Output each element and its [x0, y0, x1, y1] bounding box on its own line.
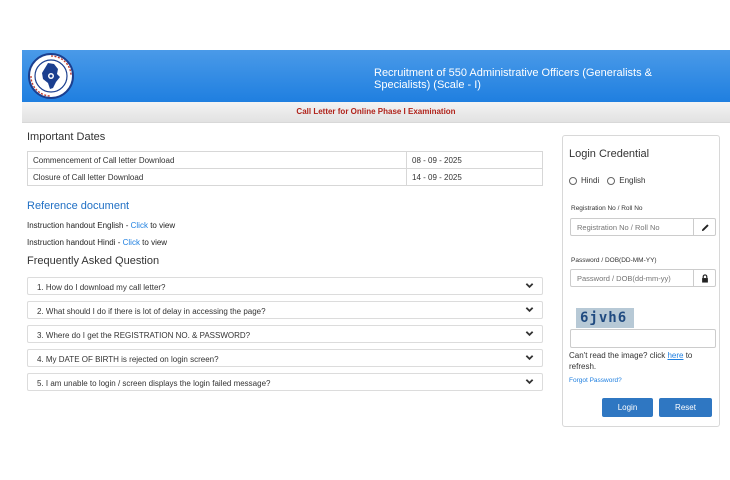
refresh-prefix: Can't read the image? click [569, 351, 668, 360]
hindi-handout-link[interactable]: Click [123, 238, 140, 247]
faq-item[interactable]: 2. What should I do if there is lot of d… [27, 301, 543, 319]
faq-heading: Frequently Asked Question [27, 255, 160, 267]
chevron-down-icon [525, 331, 534, 337]
date-value: 08 - 09 - 2025 [406, 151, 543, 169]
captcha-text: 6jvh6 [580, 310, 628, 326]
reference-heading: Reference document [27, 200, 130, 212]
chevron-down-icon [525, 283, 534, 289]
date-label: Closure of Call letter Download [27, 168, 407, 186]
password-field-wrap [563, 268, 721, 288]
reference-item-text: Instruction handout Hindi - [27, 238, 123, 247]
reset-button[interactable]: Reset [659, 398, 712, 417]
reference-item-hindi: Instruction handout Hindi - Click to vie… [27, 238, 167, 247]
login-panel: Login Credential Hindi English Registrat… [562, 135, 720, 427]
chevron-down-icon [525, 355, 534, 361]
english-handout-link[interactable]: Click [131, 221, 148, 230]
radio-hindi-label: Hindi [581, 176, 600, 185]
faq-item[interactable]: 3. Where do I get the REGISTRATION NO. &… [27, 325, 543, 343]
reference-item-suffix: to view [147, 221, 176, 230]
important-dates-heading: Important Dates [27, 131, 106, 143]
login-button[interactable]: Login [602, 398, 653, 417]
important-dates-table: Commencement of Call letter Download 08 … [27, 151, 543, 186]
table-row: Commencement of Call letter Download 08 … [27, 151, 543, 169]
captcha-image: 6jvh6 [576, 308, 634, 328]
chevron-down-icon [525, 379, 534, 385]
table-row: Closure of Call letter Download 14 - 09 … [27, 168, 543, 186]
pencil-icon [693, 219, 716, 235]
registration-field-wrap [563, 217, 721, 237]
reference-item-text: Instruction handout English - [27, 221, 131, 230]
header-banner: Recruitment of 550 Administrative Office… [22, 50, 730, 102]
faq-item[interactable]: 5. I am unable to login / screen display… [27, 373, 543, 391]
faq-question: 2. What should I do if there is lot of d… [37, 307, 266, 316]
faq-question: 5. I am unable to login / screen display… [37, 379, 271, 388]
faq-item[interactable]: 1. How do I download my call letter? [27, 277, 543, 295]
radio-english[interactable] [607, 176, 616, 185]
faq-question: 4. My DATE OF BIRTH is rejected on login… [37, 355, 219, 364]
sub-header-bar: Call Letter for Online Phase I Examinati… [22, 102, 730, 123]
lock-icon [693, 270, 716, 286]
date-value: 14 - 09 - 2025 [406, 168, 543, 186]
chevron-down-icon [525, 307, 534, 313]
page-title: Recruitment of 550 Administrative Office… [374, 67, 652, 91]
password-label: Password / DOB(DD-MM-YY) [571, 257, 657, 264]
reference-item-suffix: to view [139, 238, 168, 247]
faq-question: 3. Where do I get the REGISTRATION NO. &… [37, 331, 251, 340]
captcha-refresh-text: Can't read the image? click here to refr… [569, 350, 715, 372]
radio-hindi[interactable] [569, 176, 577, 185]
page-subtitle: Call Letter for Online Phase I Examinati… [296, 107, 456, 116]
captcha-input[interactable] [570, 329, 716, 348]
date-label: Commencement of Call letter Download [27, 151, 407, 169]
faq-question: 1. How do I download my call letter? [37, 283, 166, 292]
registration-label: Registration No / Roll No [571, 205, 643, 212]
reference-item-english: Instruction handout English - Click to v… [27, 221, 175, 230]
organization-logo [27, 52, 75, 100]
captcha-refresh-link[interactable]: here [667, 351, 683, 360]
login-title: Login Credential [569, 148, 650, 160]
language-selector: Hindi English [569, 176, 645, 185]
forgot-password-link[interactable]: Forgot Password? [569, 377, 622, 384]
radio-english-label: English [619, 176, 646, 185]
faq-item[interactable]: 4. My DATE OF BIRTH is rejected on login… [27, 349, 543, 367]
